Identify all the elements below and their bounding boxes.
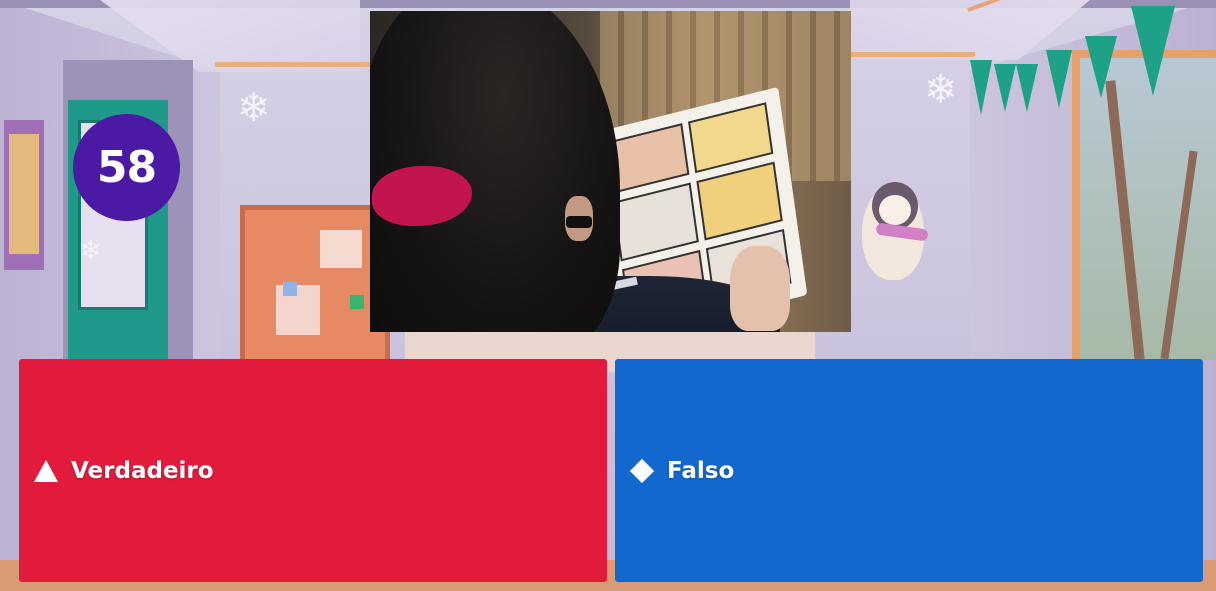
person-hand <box>730 246 790 331</box>
comic-panel <box>696 161 783 241</box>
diamond-icon <box>629 458 655 484</box>
answer-label: Falso <box>667 457 735 484</box>
bunting-flag <box>1131 6 1175 96</box>
bunting-flag <box>1046 50 1072 108</box>
bunting-flag <box>1016 64 1038 112</box>
answer-button-false[interactable]: Falso <box>615 359 1203 582</box>
wall-picture <box>9 134 39 254</box>
question-image <box>370 11 851 332</box>
bunting-flag <box>970 60 992 115</box>
countdown-timer: 58 <box>73 114 180 221</box>
penguin-face <box>879 195 911 225</box>
triangle-icon <box>33 458 59 484</box>
wall-trim-left <box>215 62 375 67</box>
wall-trim-right <box>850 52 975 57</box>
snowflake-icon: ❄ <box>924 68 958 112</box>
comic-panel <box>612 182 699 262</box>
glasses <box>566 216 592 228</box>
answer-button-true[interactable]: Verdadeiro <box>19 359 607 582</box>
bunting-flag <box>994 64 1016 112</box>
bunting-flag <box>1085 36 1117 98</box>
board-note <box>350 295 364 309</box>
snowflake-icon: ❄ <box>80 235 102 265</box>
board-note <box>283 282 297 296</box>
comic-panel <box>688 102 774 174</box>
answer-label: Verdadeiro <box>71 457 214 484</box>
snowflake-icon: ❄ <box>237 86 271 130</box>
board-note <box>320 230 362 268</box>
